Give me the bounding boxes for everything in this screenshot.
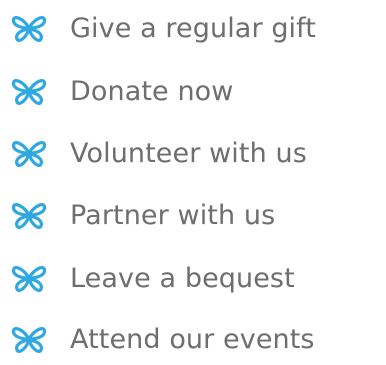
butterfly-icon bbox=[10, 201, 48, 231]
menu-item-label: Attend our events bbox=[70, 324, 315, 355]
butterfly-icon bbox=[10, 139, 48, 169]
menu-item-label: Partner with us bbox=[70, 200, 276, 231]
butterfly-icon bbox=[10, 77, 48, 107]
butterfly-icon bbox=[10, 325, 48, 355]
menu-item-label: Volunteer with us bbox=[70, 138, 307, 169]
menu-item-donate-now[interactable]: Donate now bbox=[0, 72, 386, 112]
menu-item-give-regular-gift[interactable]: Give a regular gift bbox=[0, 9, 386, 49]
menu-item-attend-events[interactable]: Attend our events bbox=[0, 320, 386, 360]
butterfly-icon bbox=[10, 264, 48, 294]
menu-item-label: Leave a bequest bbox=[70, 263, 295, 294]
menu-item-label: Give a regular gift bbox=[70, 13, 316, 44]
menu-item-leave-bequest[interactable]: Leave a bequest bbox=[0, 259, 386, 299]
butterfly-icon bbox=[10, 14, 48, 44]
menu-item-volunteer[interactable]: Volunteer with us bbox=[0, 134, 386, 174]
menu-item-label: Donate now bbox=[70, 76, 234, 107]
action-menu: Give a regular gift Donate now Volunteer… bbox=[0, 0, 386, 365]
menu-item-partner[interactable]: Partner with us bbox=[0, 196, 386, 236]
